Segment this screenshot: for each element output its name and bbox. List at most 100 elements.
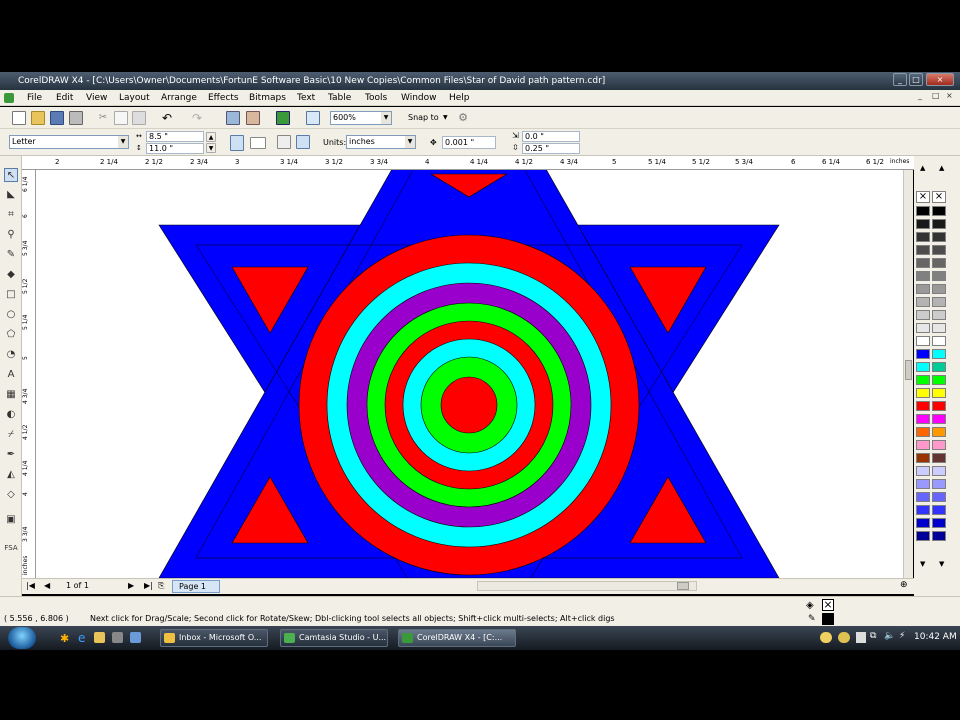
color-swatch[interactable]	[916, 479, 930, 489]
color-swatch[interactable]	[916, 323, 930, 333]
menu-table[interactable]: Table	[328, 90, 351, 106]
volume-icon[interactable]: 🔈	[884, 631, 895, 641]
menu-edit[interactable]: Edit	[56, 90, 73, 106]
color-swatch[interactable]	[932, 466, 946, 476]
color-swatch[interactable]	[932, 271, 946, 281]
color-swatch[interactable]	[932, 349, 946, 359]
color-swatch[interactable]	[916, 258, 930, 268]
snap-to-button[interactable]: Snap to	[408, 113, 439, 123]
color-swatch[interactable]	[932, 297, 946, 307]
zoom-tool-icon[interactable]: ⚲	[4, 228, 18, 242]
horizontal-scroll-thumb[interactable]	[677, 582, 689, 590]
color-swatch[interactable]	[916, 531, 930, 541]
quick-launch-icon[interactable]	[130, 632, 141, 643]
outline-pen-icon[interactable]: ✒	[4, 448, 18, 462]
menu-bitmaps[interactable]: Bitmaps	[249, 90, 286, 106]
crop-tool-icon[interactable]: ⌗	[4, 208, 18, 222]
fill-tool-icon[interactable]: ◭	[4, 468, 18, 482]
fill-swatch[interactable]: ⨯	[822, 599, 834, 611]
interactive-blend-icon[interactable]: ◐	[4, 408, 18, 422]
color-swatch[interactable]	[932, 375, 946, 385]
color-swatch[interactable]	[932, 531, 946, 541]
print-icon[interactable]	[69, 111, 83, 125]
text-tool-icon[interactable]: A	[4, 368, 18, 382]
color-swatch[interactable]	[916, 414, 930, 424]
color-swatch[interactable]	[932, 492, 946, 502]
page-width-input[interactable]: 8.5 "	[146, 131, 204, 142]
color-swatch[interactable]	[932, 245, 946, 255]
ring-8[interactable]	[440, 376, 498, 434]
vertical-scroll-thumb[interactable]	[905, 360, 912, 380]
quick-launch-icon[interactable]	[112, 632, 123, 643]
color-swatch[interactable]	[916, 518, 930, 528]
quick-launch-icon[interactable]: ✱	[60, 632, 69, 645]
color-swatch[interactable]	[932, 401, 946, 411]
zoom-level-select[interactable]: 600% ▼	[330, 111, 392, 125]
table-tool-icon[interactable]: ▦	[4, 388, 18, 402]
color-swatch[interactable]	[916, 349, 930, 359]
next-page-icon[interactable]: ▶	[128, 581, 134, 590]
menu-effects[interactable]: Effects	[208, 90, 239, 106]
options-icon[interactable]: ⚙	[456, 111, 470, 125]
duplicate-y-input[interactable]: 0.25 "	[522, 143, 580, 154]
current-page-icon[interactable]	[296, 135, 310, 149]
smart-drawing-icon[interactable]: ▣	[4, 513, 18, 527]
tray-icon[interactable]	[820, 632, 832, 643]
quick-launch-icon[interactable]	[94, 632, 105, 643]
outline-indicator-icon[interactable]: ✎	[808, 614, 816, 624]
first-page-icon[interactable]: |◀	[26, 581, 35, 590]
taskbar-item-outlook[interactable]: Inbox - Microsoft O...	[160, 629, 268, 647]
drawing-canvas[interactable]	[36, 170, 913, 578]
color-swatch[interactable]	[916, 336, 930, 346]
application-launcher-icon[interactable]	[276, 111, 290, 125]
doc-restore-button[interactable]: □	[932, 91, 940, 100]
palette-scroll-down-icon[interactable]: ▼	[939, 560, 944, 568]
units-select[interactable]: inches ▼	[346, 135, 416, 149]
color-swatch[interactable]	[916, 219, 930, 229]
nudge-distance-input[interactable]: 0.001 "	[442, 136, 496, 149]
open-folder-icon[interactable]	[31, 111, 45, 125]
maximize-button[interactable]: □	[909, 73, 923, 86]
ellipse-tool-icon[interactable]: ○	[4, 308, 18, 322]
color-swatch[interactable]	[932, 518, 946, 528]
color-swatch[interactable]	[932, 479, 946, 489]
page-tab[interactable]: Page 1	[172, 580, 220, 593]
add-page-icon[interactable]: ⎘	[158, 581, 164, 591]
color-swatch[interactable]	[916, 427, 930, 437]
landscape-button[interactable]	[250, 137, 266, 149]
star-of-david-artwork[interactable]	[36, 170, 913, 578]
color-swatch[interactable]	[932, 505, 946, 515]
last-page-icon[interactable]: ▶|	[144, 581, 153, 590]
smart-fill-icon[interactable]: ◆	[4, 268, 18, 282]
doc-minimize-button[interactable]: _	[918, 91, 922, 100]
vertical-scrollbar[interactable]	[903, 170, 913, 578]
document-icon[interactable]	[4, 93, 14, 103]
menu-window[interactable]: Window	[401, 90, 437, 106]
duplicate-x-input[interactable]: 0.0 "	[522, 131, 580, 142]
color-swatch[interactable]	[916, 245, 930, 255]
palette-scroll-down-icon[interactable]: ▼	[920, 560, 925, 568]
menu-arrange[interactable]: Arrange	[161, 90, 197, 106]
undo-icon[interactable]: ↶	[160, 111, 174, 125]
outline-swatch[interactable]	[822, 613, 834, 625]
menu-layout[interactable]: Layout	[119, 90, 150, 106]
basic-shapes-icon[interactable]: ◔	[4, 348, 18, 362]
eyedropper-tool-icon[interactable]: ⌿	[4, 428, 18, 442]
color-swatch[interactable]	[932, 414, 946, 424]
color-swatch[interactable]	[932, 284, 946, 294]
paper-type-select[interactable]: Letter ▼	[9, 135, 129, 149]
color-swatch[interactable]	[916, 492, 930, 502]
color-swatch[interactable]	[932, 362, 946, 372]
no-fill-swatch[interactable]: ⨯	[916, 191, 930, 203]
interactive-fill-icon[interactable]: ◇	[4, 488, 18, 502]
close-button[interactable]: ×	[926, 73, 954, 86]
color-swatch[interactable]	[932, 440, 946, 450]
shape-tool-icon[interactable]: ◣	[4, 188, 18, 202]
color-swatch[interactable]	[916, 505, 930, 515]
fill-indicator-icon[interactable]: ◈	[806, 600, 814, 611]
taskbar-item-camtasia[interactable]: Camtasia Studio - U...	[280, 629, 388, 647]
copy-icon[interactable]	[114, 111, 128, 125]
menu-tools[interactable]: Tools	[365, 90, 387, 106]
welcome-screen-icon[interactable]	[306, 111, 320, 125]
all-pages-icon[interactable]	[277, 135, 291, 149]
